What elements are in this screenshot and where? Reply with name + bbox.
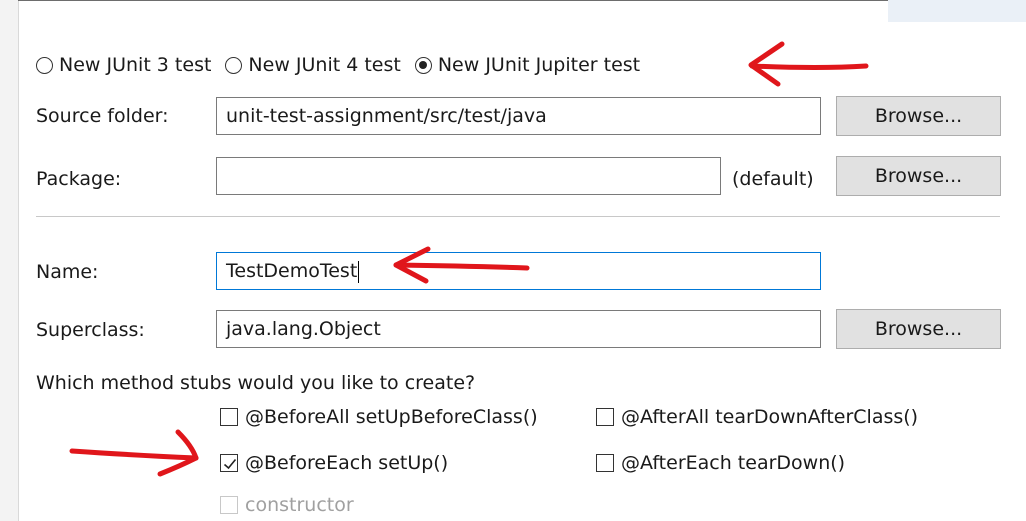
superclass-label: Superclass:	[36, 319, 145, 341]
junit-version-group: New JUnit 3 test New JUnit 4 test New JU…	[36, 52, 654, 78]
stub-before-all[interactable]: @BeforeAll setUpBeforeClass()	[220, 405, 538, 429]
before-all-label: @BeforeAll setUpBeforeClass()	[245, 406, 538, 428]
package-label: Package:	[36, 168, 122, 190]
before-each-checkbox[interactable]	[220, 454, 238, 472]
radio-junit4[interactable]: New JUnit 4 test	[225, 53, 401, 77]
arrow-annotation-before-each	[69, 429, 199, 477]
title-bar-fragment	[888, 0, 1026, 22]
before-each-label: @BeforeEach setUp()	[245, 452, 449, 474]
name-input-value: TestDemoTest	[226, 260, 358, 282]
radio-junit4-label: New JUnit 4 test	[248, 54, 401, 76]
radio-junit-jupiter-indicator[interactable]	[414, 56, 432, 74]
stub-after-each[interactable]: @AfterEach tearDown()	[596, 451, 845, 475]
radio-junit3-indicator[interactable]	[36, 56, 53, 74]
source-folder-input[interactable]: unit-test-assignment/src/test/java	[216, 97, 821, 135]
stub-after-all[interactable]: @AfterAll tearDownAfterClass()	[596, 405, 918, 429]
stub-before-each[interactable]: @BeforeEach setUp()	[220, 451, 448, 475]
editor-gutter	[0, 0, 19, 521]
superclass-browse-button[interactable]: Browse...	[836, 309, 1001, 349]
after-all-checkbox[interactable]	[596, 408, 614, 426]
package-browse-button[interactable]: Browse...	[836, 156, 1001, 196]
separator	[36, 216, 1000, 217]
name-input[interactable]: TestDemoTest	[216, 252, 821, 290]
name-label: Name:	[36, 261, 99, 283]
radio-junit-jupiter[interactable]: New JUnit Jupiter test	[414, 53, 641, 77]
text-caret	[358, 260, 360, 283]
package-default-label: (default)	[732, 168, 814, 190]
source-folder-browse-button[interactable]: Browse...	[836, 96, 1001, 136]
checkmark-icon	[223, 458, 237, 470]
after-each-label: @AfterEach tearDown()	[621, 452, 846, 474]
radio-junit3-label: New JUnit 3 test	[59, 54, 212, 76]
after-each-checkbox[interactable]	[596, 454, 614, 472]
constructor-checkbox[interactable]	[220, 496, 238, 514]
dialog-top-border	[18, 0, 888, 25]
superclass-input[interactable]: java.lang.Object	[216, 310, 821, 348]
stub-constructor[interactable]: constructor	[220, 493, 354, 517]
package-input[interactable]	[216, 157, 721, 195]
radio-junit4-indicator[interactable]	[225, 56, 243, 74]
after-all-label: @AfterAll tearDownAfterClass()	[621, 406, 919, 428]
arrow-annotation-junit	[748, 41, 869, 87]
radio-junit-jupiter-label: New JUnit Jupiter test	[437, 54, 641, 76]
constructor-label: constructor	[245, 494, 354, 516]
method-stubs-question: Which method stubs would you like to cre…	[36, 372, 476, 394]
source-folder-label: Source folder:	[36, 105, 169, 127]
radio-junit3[interactable]: New JUnit 3 test	[36, 53, 211, 77]
before-all-checkbox[interactable]	[220, 408, 238, 426]
